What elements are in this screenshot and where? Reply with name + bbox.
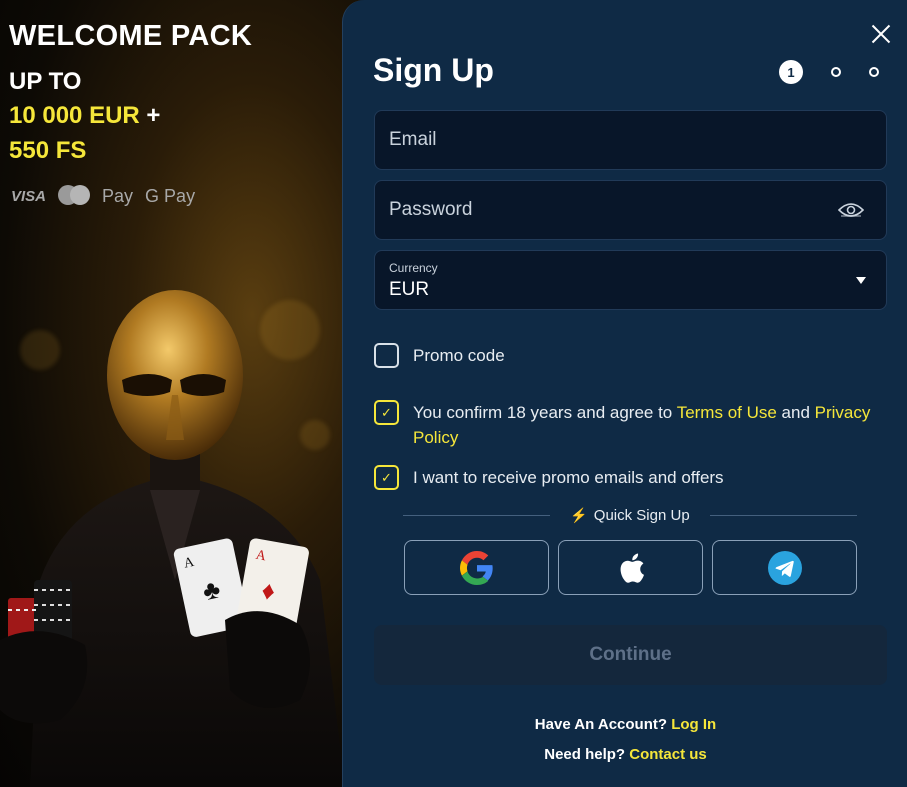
step-1-indicator: 1	[779, 60, 803, 84]
promo-free-spins: 550 FS	[9, 137, 87, 164]
promo-emails-row: ✓ I want to receive promo emails and off…	[374, 465, 724, 490]
login-prompt: Have An Account? Log In	[534, 716, 717, 733]
email-field[interactable]	[389, 111, 829, 169]
promo-emails-label: I want to receive promo emails and offer…	[413, 468, 724, 487]
divider-line	[403, 514, 551, 516]
step-indicator: 1	[779, 60, 879, 84]
password-field-wrapper	[374, 180, 887, 240]
chevron-down-icon	[856, 277, 866, 284]
promo-code-label: Promo code	[413, 346, 505, 365]
promo-code-checkbox[interactable]	[374, 343, 399, 368]
step-3-indicator	[869, 67, 879, 77]
contact-us-link[interactable]: Contact us	[629, 746, 707, 763]
quick-signup-label: ⚡ Quick Sign Up	[570, 506, 690, 524]
check-icon: ✓	[381, 469, 392, 485]
page-title: Sign Up	[373, 52, 494, 88]
email-field-wrapper	[374, 110, 887, 170]
show-password-icon[interactable]	[838, 201, 864, 219]
check-icon: ✓	[381, 404, 392, 420]
mastercard-logo	[58, 185, 91, 207]
google-icon	[459, 550, 493, 585]
promo-plus: +	[139, 102, 161, 129]
apple-signup-button[interactable]	[558, 540, 703, 595]
telegram-icon	[767, 550, 802, 585]
payment-methods: VISA Pay G Pay	[11, 185, 195, 207]
terms-of-use-link[interactable]: Terms of Use	[677, 403, 777, 422]
apple-pay-logo: Pay	[102, 185, 134, 206]
close-icon[interactable]	[869, 22, 893, 46]
google-pay-logo: G Pay	[145, 185, 196, 206]
signup-modal: Sign Up 1 Currency EUR Promo code ✓ You …	[342, 0, 907, 787]
step-2-indicator	[831, 67, 841, 77]
promo-banner: WELCOME PACK UP TO 10 000 EUR + 550 FS V…	[0, 0, 360, 787]
currency-label: Currency	[389, 261, 438, 275]
quick-signup-divider: ⚡ Quick Sign Up	[403, 504, 857, 526]
visa-logo: VISA	[11, 187, 47, 205]
divider-line	[709, 514, 857, 516]
terms-text: You confirm 18 years and agree to Terms …	[413, 403, 871, 447]
currency-value: EUR	[389, 279, 430, 300]
terms-checkbox[interactable]: ✓	[374, 400, 399, 425]
continue-button[interactable]: Continue	[374, 625, 887, 685]
promo-up-to: UP TO	[9, 68, 82, 95]
telegram-signup-button[interactable]	[712, 540, 857, 595]
help-prompt: Need help? Contact us	[544, 746, 707, 763]
password-field[interactable]	[389, 181, 829, 239]
masked-dealer-illustration: A ♣ A ♦	[0, 290, 345, 787]
apple-icon	[620, 553, 644, 583]
lightning-icon: ⚡	[570, 506, 588, 523]
promo-emails-checkbox[interactable]: ✓	[374, 465, 399, 490]
promo-code-row: Promo code	[374, 343, 505, 368]
promo-amount-value: 10 000 EUR	[9, 102, 140, 129]
currency-select[interactable]: Currency EUR	[374, 250, 887, 310]
promo-amount: 10 000 EUR +	[9, 102, 160, 130]
promo-title: WELCOME PACK	[9, 20, 253, 52]
login-link[interactable]: Log In	[671, 716, 716, 733]
google-signup-button[interactable]	[404, 540, 549, 595]
terms-row: ✓ You confirm 18 years and agree to Term…	[374, 400, 884, 450]
